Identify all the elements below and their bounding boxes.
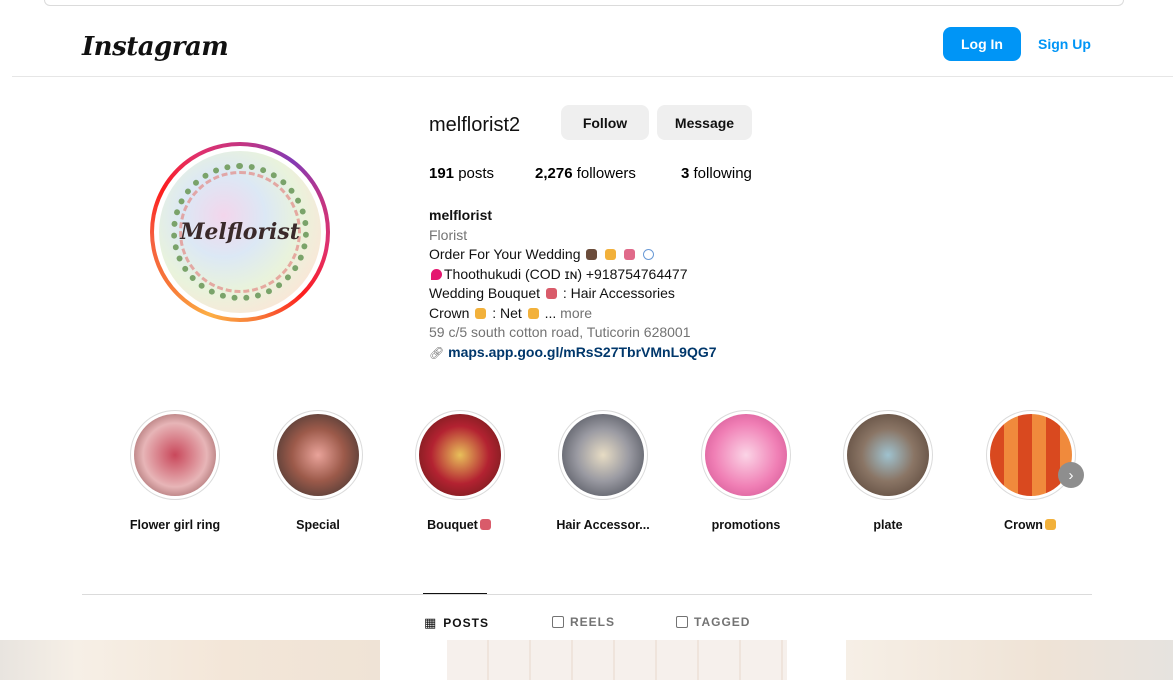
tab-tagged[interactable]: TAGGED xyxy=(676,615,750,629)
bio-name: melflorist xyxy=(429,207,493,223)
bio-more-link[interactable]: more xyxy=(560,305,592,321)
highlight-label: Special xyxy=(296,518,340,532)
bio-link[interactable]: maps.app.goo.gl/mRsS27TbrVMnL9QG7 xyxy=(448,344,716,360)
link-icon: 🔗︎ xyxy=(429,345,445,360)
bouquet-emoji-icon xyxy=(545,288,557,299)
highlight-label: promotions xyxy=(711,518,781,532)
bio-line: Crown : Net ... more xyxy=(429,304,593,321)
post-thumbnail[interactable] xyxy=(447,640,787,680)
person-emoji-icon xyxy=(586,249,598,260)
highlight-thumbnail xyxy=(419,414,501,496)
highlight-thumbnail xyxy=(990,414,1072,496)
post-thumbnail[interactable] xyxy=(0,640,380,680)
bouquet-emoji-icon xyxy=(479,519,491,530)
tabs-divider xyxy=(82,594,1092,595)
post-thumbnail[interactable] xyxy=(846,640,1173,680)
browser-top-strip xyxy=(44,0,1124,6)
bio-line: Thoothukudi (COD ɪɴ) +918754764477 xyxy=(429,265,849,285)
highlight-thumbnail xyxy=(277,414,359,496)
highlight-thumbnail xyxy=(134,414,216,496)
profile-username: melflorist2 xyxy=(429,114,521,136)
ring-emoji-icon xyxy=(643,249,655,260)
highlight-label: Bouquet xyxy=(400,518,520,532)
face-emoji-icon xyxy=(527,307,539,319)
tagged-icon xyxy=(676,616,688,628)
signup-link[interactable]: Sign Up xyxy=(1038,27,1091,61)
pin-emoji-icon xyxy=(431,268,442,280)
crown-emoji-icon xyxy=(1044,519,1056,530)
reels-icon xyxy=(552,616,564,628)
bio-line: Wedding Bouquet : Hair Accessories xyxy=(429,285,675,301)
active-tab-indicator xyxy=(423,593,487,594)
followers-stat[interactable]: 2,276 followers xyxy=(535,165,636,182)
profile-avatar[interactable]: Melflorist xyxy=(150,142,330,322)
highlight-thumbnail xyxy=(705,414,787,496)
top-navbar: Instagram Log In Sign Up xyxy=(12,12,1173,77)
highlight-label: Crown xyxy=(971,518,1091,532)
grid-icon: ▦ xyxy=(424,615,438,630)
bio-link-row[interactable]: 🔗︎ maps.app.goo.gl/mRsS27TbrVMnL9QG7 xyxy=(429,343,849,364)
crown-emoji-icon xyxy=(475,307,487,319)
story-highlights: Flower girl ring Special Bouquet Hair Ac… xyxy=(0,410,1173,550)
highlight-thumbnail xyxy=(847,414,929,496)
bio-line: Order For Your Wedding xyxy=(429,245,849,265)
following-stat[interactable]: 3 following xyxy=(681,165,752,182)
instagram-logo[interactable]: Instagram xyxy=(82,32,229,62)
tab-posts[interactable]: ▦ POSTS xyxy=(424,615,489,631)
message-button[interactable]: Message xyxy=(657,105,752,140)
avatar-image: Melflorist xyxy=(159,151,321,313)
tab-reels[interactable]: REELS xyxy=(552,615,615,629)
cake-emoji-icon xyxy=(624,249,636,260)
follow-button[interactable]: Follow xyxy=(561,105,649,140)
posts-stat[interactable]: 191 posts xyxy=(429,165,494,182)
highlight-thumbnail xyxy=(562,414,644,496)
highlight-label: Flower girl ring xyxy=(129,518,221,532)
bio-category: Florist xyxy=(429,226,468,243)
bio-address: 59 c/5 south cotton road, Tuticorin 6280… xyxy=(429,324,691,340)
profile-bio: melflorist Florist Order For Your Weddin… xyxy=(429,206,849,363)
chevron-right-icon[interactable]: › xyxy=(1058,462,1084,488)
avatar-logo-text: Melflorist xyxy=(180,219,300,245)
login-button[interactable]: Log In xyxy=(943,27,1021,61)
posts-grid xyxy=(0,640,1173,680)
highlight-label: plate xyxy=(873,518,903,532)
highlight-label: Hair Accessor... xyxy=(556,518,650,532)
face-emoji-icon xyxy=(605,249,617,260)
